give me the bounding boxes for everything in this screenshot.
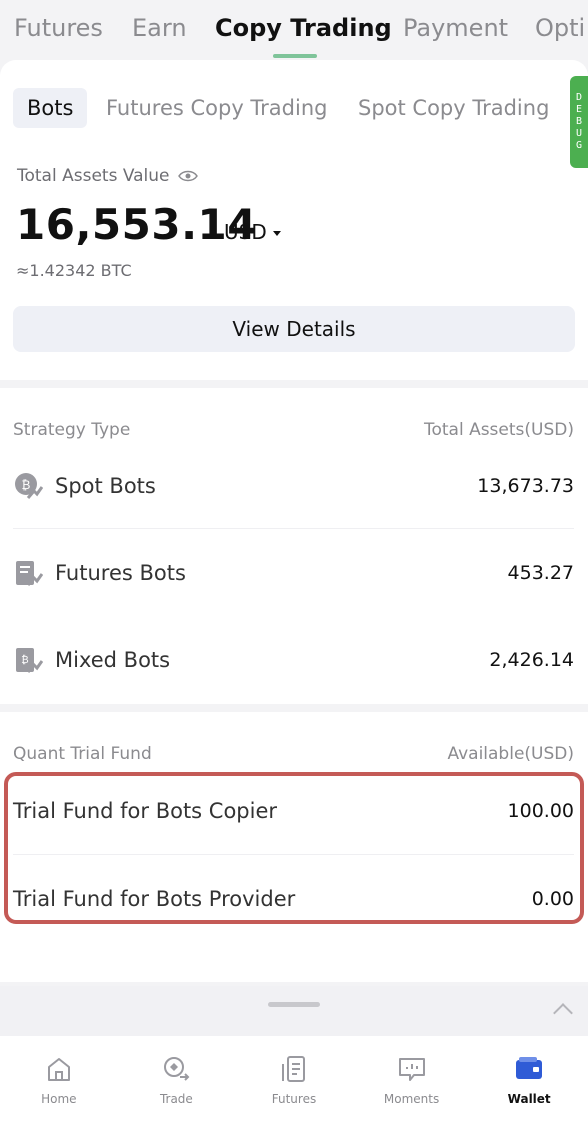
nav-home[interactable]: Home bbox=[0, 1036, 118, 1136]
nav-home-label: Home bbox=[41, 1092, 77, 1106]
available-header: Available(USD) bbox=[447, 744, 574, 764]
futures-bots-value: 453.27 bbox=[507, 562, 574, 584]
bottom-nav: Home Trade Futures Moments Wallet bbox=[0, 1036, 588, 1136]
subtab-bots[interactable]: Bots bbox=[13, 88, 88, 128]
tab-futures[interactable]: Futures bbox=[14, 14, 103, 42]
nav-futures[interactable]: Futures bbox=[235, 1036, 353, 1136]
active-tab-indicator bbox=[273, 54, 317, 58]
tab-payment[interactable]: Payment bbox=[403, 14, 508, 42]
subtab-spot-copy-trading[interactable]: Spot Copy Trading bbox=[358, 88, 549, 128]
trial-copier-label: Trial Fund for Bots Copier bbox=[13, 799, 278, 823]
nav-moments[interactable]: Moments bbox=[353, 1036, 471, 1136]
tab-earn[interactable]: Earn bbox=[132, 14, 187, 42]
trial-provider-label: Trial Fund for Bots Provider bbox=[13, 887, 296, 911]
mixed-bots-value: 2,426.14 bbox=[489, 649, 574, 671]
strategy-header: Strategy Type Total Assets(USD) bbox=[13, 420, 574, 440]
spot-bots-icon: ₿ bbox=[15, 473, 43, 499]
top-tab-bar: Futures Earn Copy Trading Payment Opti bbox=[0, 0, 588, 62]
strategy-row-spot-bots[interactable]: ₿ Spot Bots 13,673.73 bbox=[13, 442, 574, 530]
drag-handle[interactable] bbox=[268, 1002, 320, 1007]
trial-row-provider[interactable]: Trial Fund for Bots Provider 0.00 bbox=[13, 855, 574, 943]
currency-label: USD bbox=[224, 220, 267, 244]
trial-fund-section: Quant Trial Fund Available(USD) Trial Fu… bbox=[0, 712, 588, 982]
spot-bots-label: Spot Bots bbox=[55, 474, 156, 498]
trade-icon bbox=[164, 1057, 190, 1081]
caret-down-icon bbox=[272, 230, 281, 236]
home-icon bbox=[47, 1058, 70, 1081]
total-assets-value: 16,553.14 bbox=[16, 200, 257, 249]
trial-copier-value: 100.00 bbox=[507, 800, 574, 822]
moments-icon bbox=[398, 1058, 425, 1081]
mixed-bots-label: Mixed Bots bbox=[55, 648, 171, 672]
chevron-up-icon[interactable] bbox=[553, 1003, 573, 1023]
nav-trade[interactable]: Trade bbox=[118, 1036, 236, 1136]
strategy-section: Strategy Type Total Assets(USD) ₿ Spot B… bbox=[0, 388, 588, 704]
total-assets-label: Total Assets Value bbox=[17, 166, 198, 186]
total-assets-label-text: Total Assets Value bbox=[17, 166, 170, 186]
nav-trade-label: Trade bbox=[159, 1092, 193, 1106]
strategy-row-mixed-bots[interactable]: ₿ Mixed Bots 2,426.14 bbox=[13, 616, 574, 704]
tab-options[interactable]: Opti bbox=[535, 14, 585, 42]
view-details-button[interactable]: View Details bbox=[13, 306, 575, 352]
total-assets-header: Total Assets(USD) bbox=[423, 420, 574, 440]
futures-icon bbox=[281, 1056, 305, 1082]
strategy-row-futures-bots[interactable]: Futures Bots 453.27 bbox=[13, 529, 574, 617]
mixed-bots-icon: ₿ bbox=[16, 648, 43, 673]
nav-wallet-label: Wallet bbox=[507, 1092, 551, 1106]
btc-equivalent: ≈1.42342 BTC bbox=[16, 261, 132, 280]
trial-provider-value: 0.00 bbox=[531, 888, 574, 910]
strategy-type-header: Strategy Type bbox=[13, 420, 131, 440]
quant-trial-fund-header: Quant Trial Fund bbox=[13, 744, 152, 764]
futures-bots-label: Futures Bots bbox=[55, 561, 186, 585]
svg-text:₿: ₿ bbox=[22, 478, 31, 492]
subtab-futures-copy-trading[interactable]: Futures Copy Trading bbox=[106, 88, 327, 128]
trial-fund-header: Quant Trial Fund Available(USD) bbox=[13, 744, 574, 764]
nav-wallet[interactable]: Wallet bbox=[470, 1036, 588, 1136]
svg-text:₿: ₿ bbox=[21, 654, 28, 666]
wallet-icon bbox=[516, 1057, 543, 1079]
trial-row-copier[interactable]: Trial Fund for Bots Copier 100.00 bbox=[13, 767, 574, 855]
assets-card: Bots Futures Copy Trading Spot Copy Trad… bbox=[0, 60, 588, 380]
spot-bots-value: 13,673.73 bbox=[477, 475, 574, 497]
eye-icon[interactable] bbox=[177, 170, 198, 182]
futures-bots-icon bbox=[16, 561, 43, 586]
tab-copy-trading[interactable]: Copy Trading bbox=[215, 14, 392, 42]
nav-futures-label: Futures bbox=[271, 1092, 317, 1106]
drawer-handle-area[interactable] bbox=[0, 986, 588, 1036]
debug-badge[interactable]: DEBUG bbox=[570, 76, 588, 168]
nav-moments-label: Moments bbox=[383, 1092, 440, 1106]
currency-selector[interactable]: USD bbox=[224, 220, 281, 244]
